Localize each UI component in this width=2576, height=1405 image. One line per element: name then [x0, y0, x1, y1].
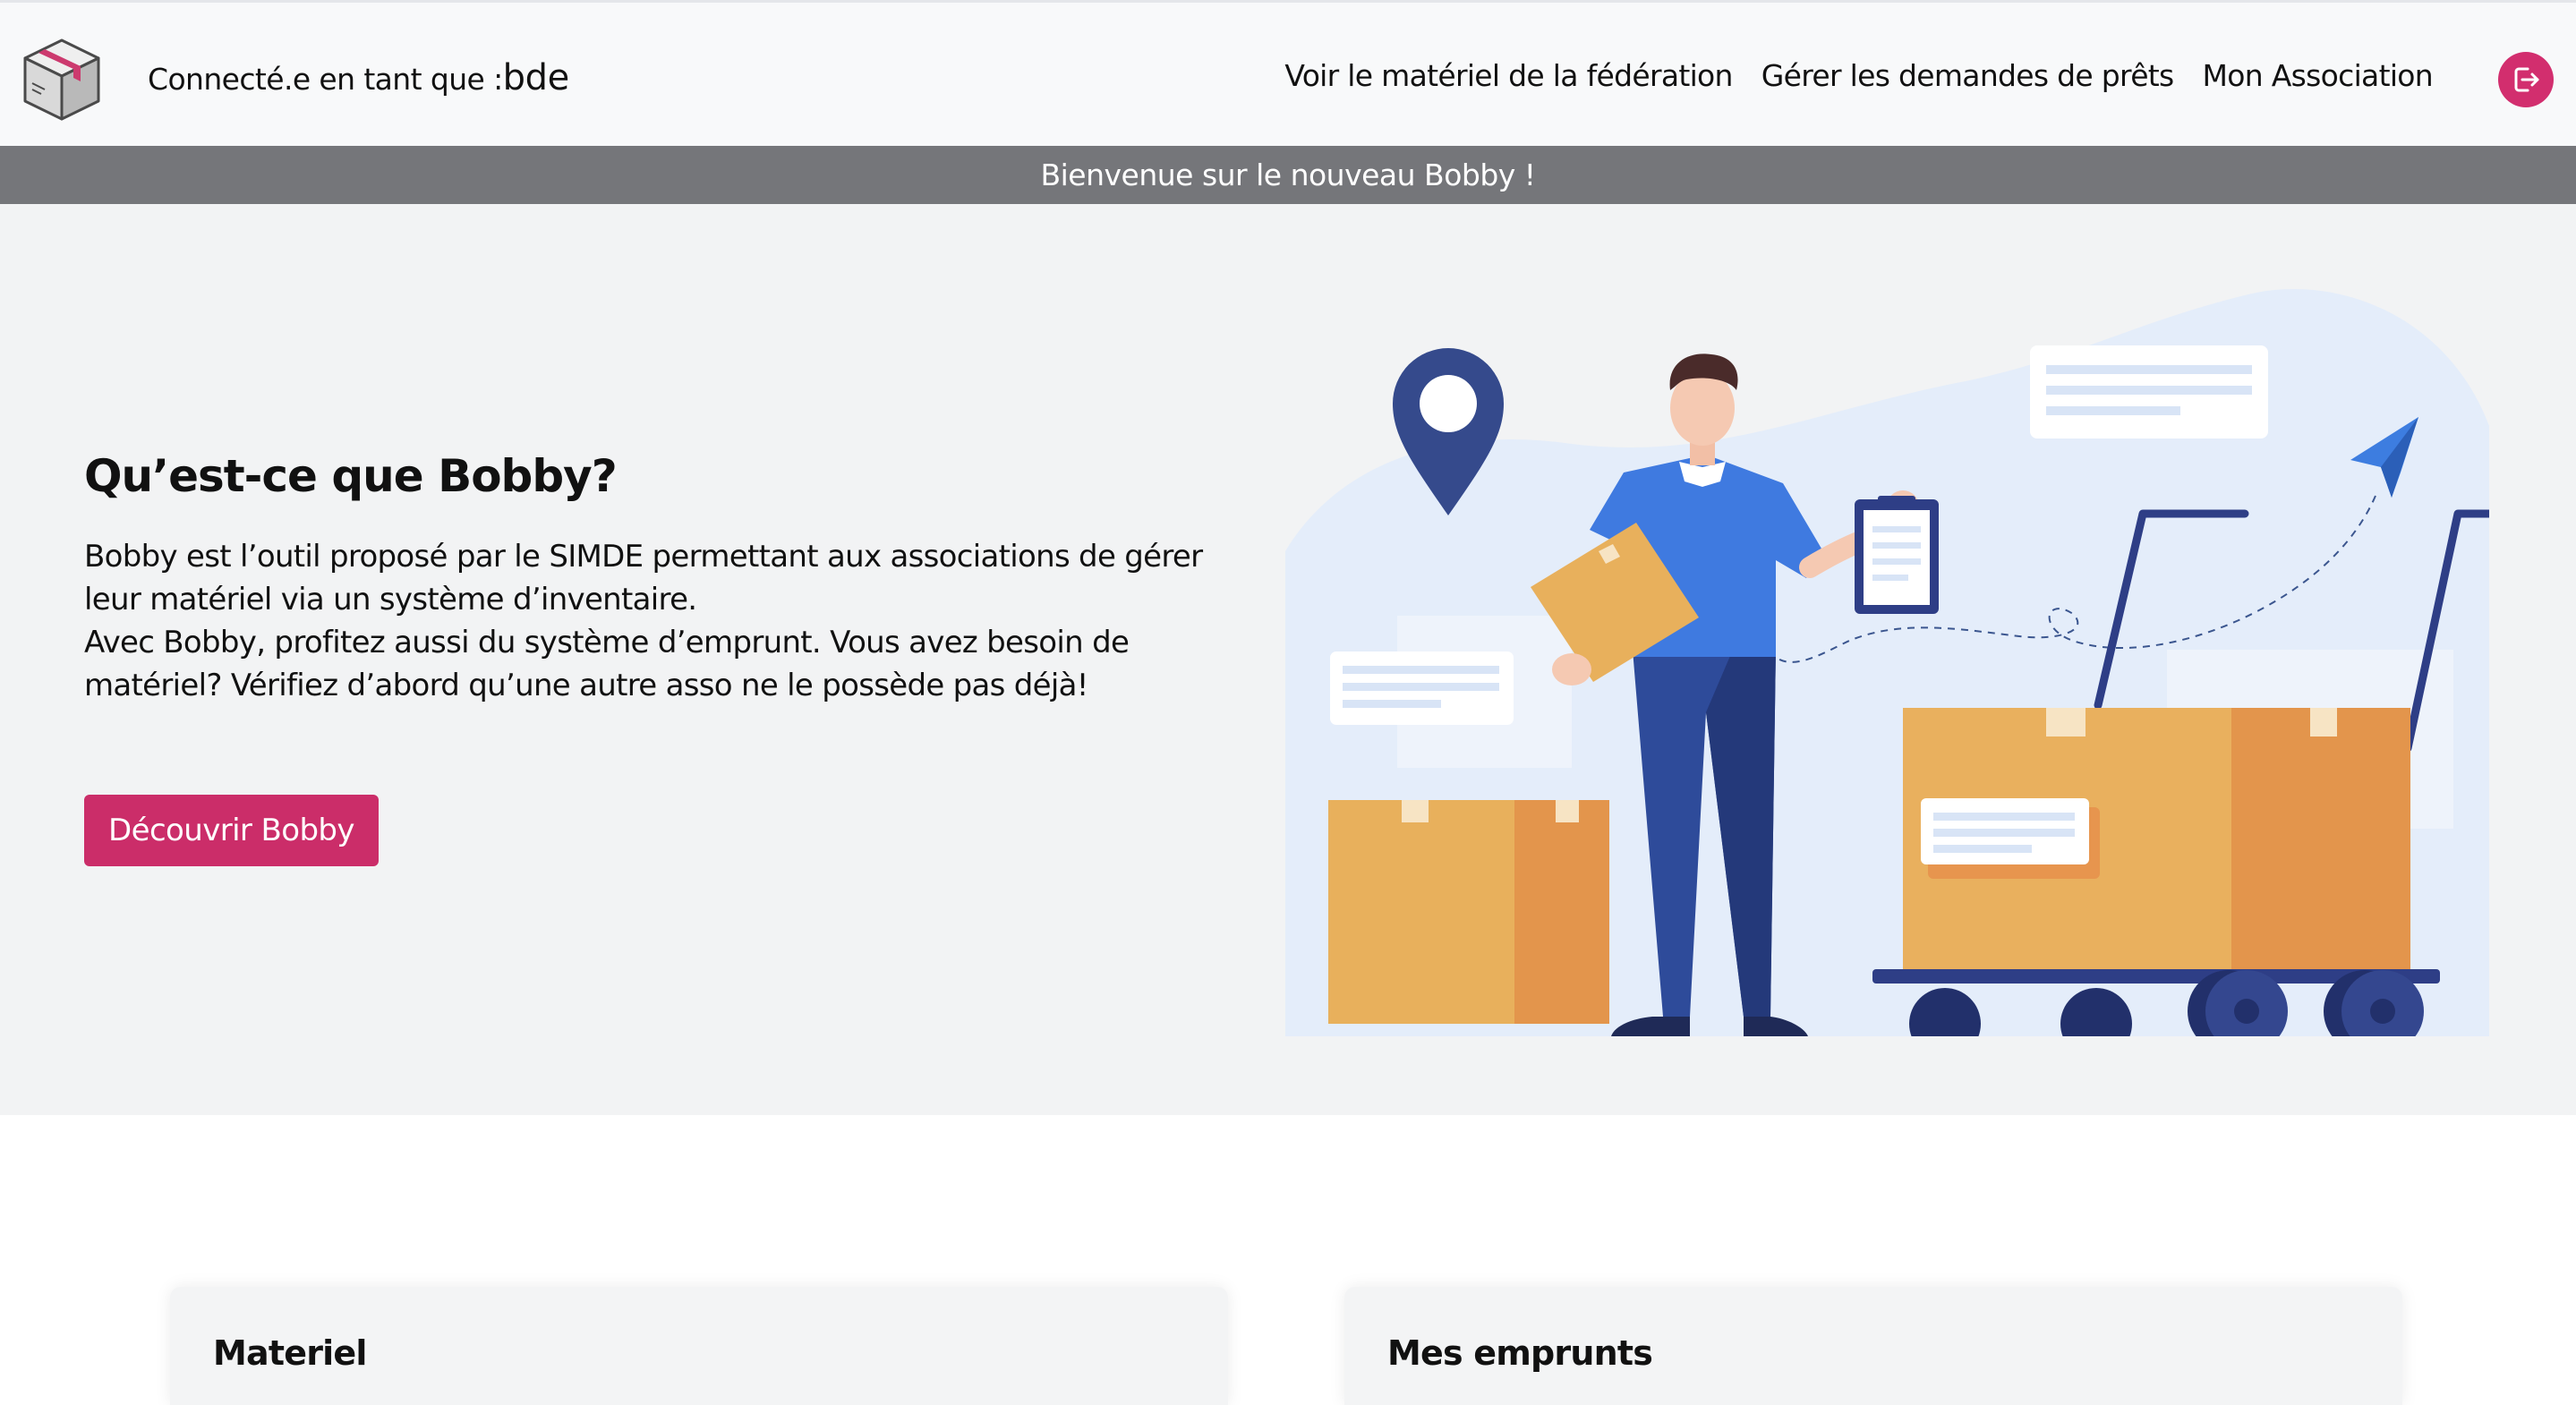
card-title-materiel: Materiel — [213, 1333, 367, 1373]
connected-prefix: Connecté.e en tant que : — [148, 62, 503, 97]
nav-link-manage-loan-requests[interactable]: Gérer les demandes de prêts — [1761, 58, 2174, 93]
hero-paragraph-1: Bobby est l’outil proposé par le SIMDE p… — [84, 539, 1203, 617]
navbar: Connecté.e en tant que :bde Voir le maté… — [0, 0, 2576, 146]
nav-link-my-association[interactable]: Mon Association — [2203, 58, 2434, 93]
main-nav: Voir le matériel de la fédération Gérer … — [1284, 3, 2433, 149]
warehouse-illustration — [1285, 283, 2494, 1060]
welcome-banner: Bienvenue sur le nouveau Bobby ! — [0, 146, 2576, 204]
hero-paragraph-2: Avec Bobby, profitez aussi du système d’… — [84, 625, 1130, 703]
hero-title: Qu’est-ce que Bobby? — [84, 450, 618, 502]
hero-description: Bobby est l’outil proposé par le SIMDE p… — [84, 535, 1221, 707]
logout-icon — [2514, 67, 2539, 92]
nav-link-federation-material[interactable]: Voir le matériel de la fédération — [1284, 58, 1733, 93]
card-mes-emprunts[interactable]: Mes emprunts — [1344, 1287, 2402, 1405]
current-username: bde — [502, 57, 570, 98]
bobby-box-logo[interactable] — [18, 35, 106, 124]
discover-bobby-button[interactable]: Découvrir Bobby — [84, 795, 379, 866]
card-title-mes-emprunts: Mes emprunts — [1387, 1333, 1653, 1373]
hero-section: Qu’est-ce que Bobby? Bobby est l’outil p… — [0, 204, 2576, 1115]
connected-as-label: Connecté.e en tant que :bde — [148, 3, 569, 149]
logout-button[interactable] — [2498, 52, 2554, 107]
card-materiel[interactable]: Materiel — [170, 1287, 1228, 1405]
